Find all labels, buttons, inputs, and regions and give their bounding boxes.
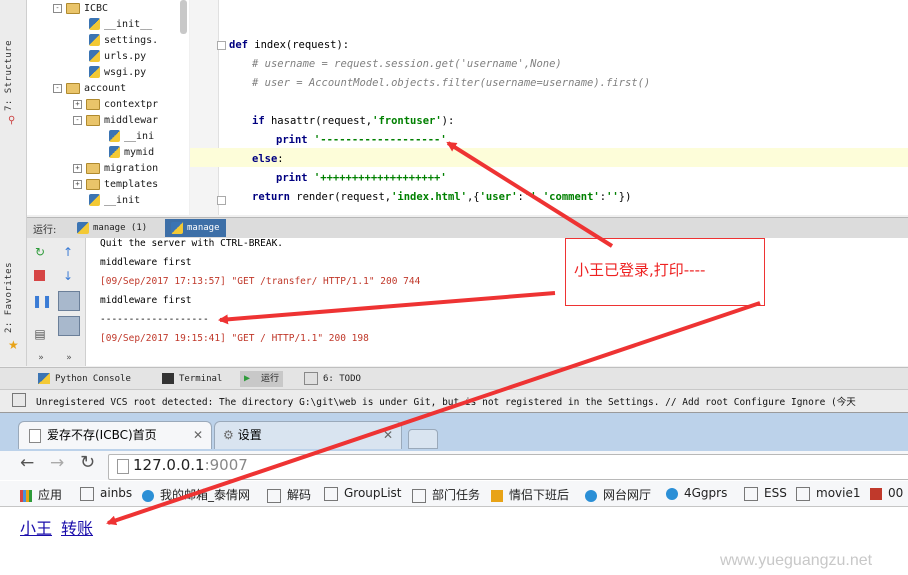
arrow-to-link bbox=[106, 301, 761, 526]
annotation-arrows bbox=[106, 141, 761, 526]
arrow-to-console bbox=[218, 291, 556, 325]
arrow-to-code bbox=[446, 141, 614, 248]
